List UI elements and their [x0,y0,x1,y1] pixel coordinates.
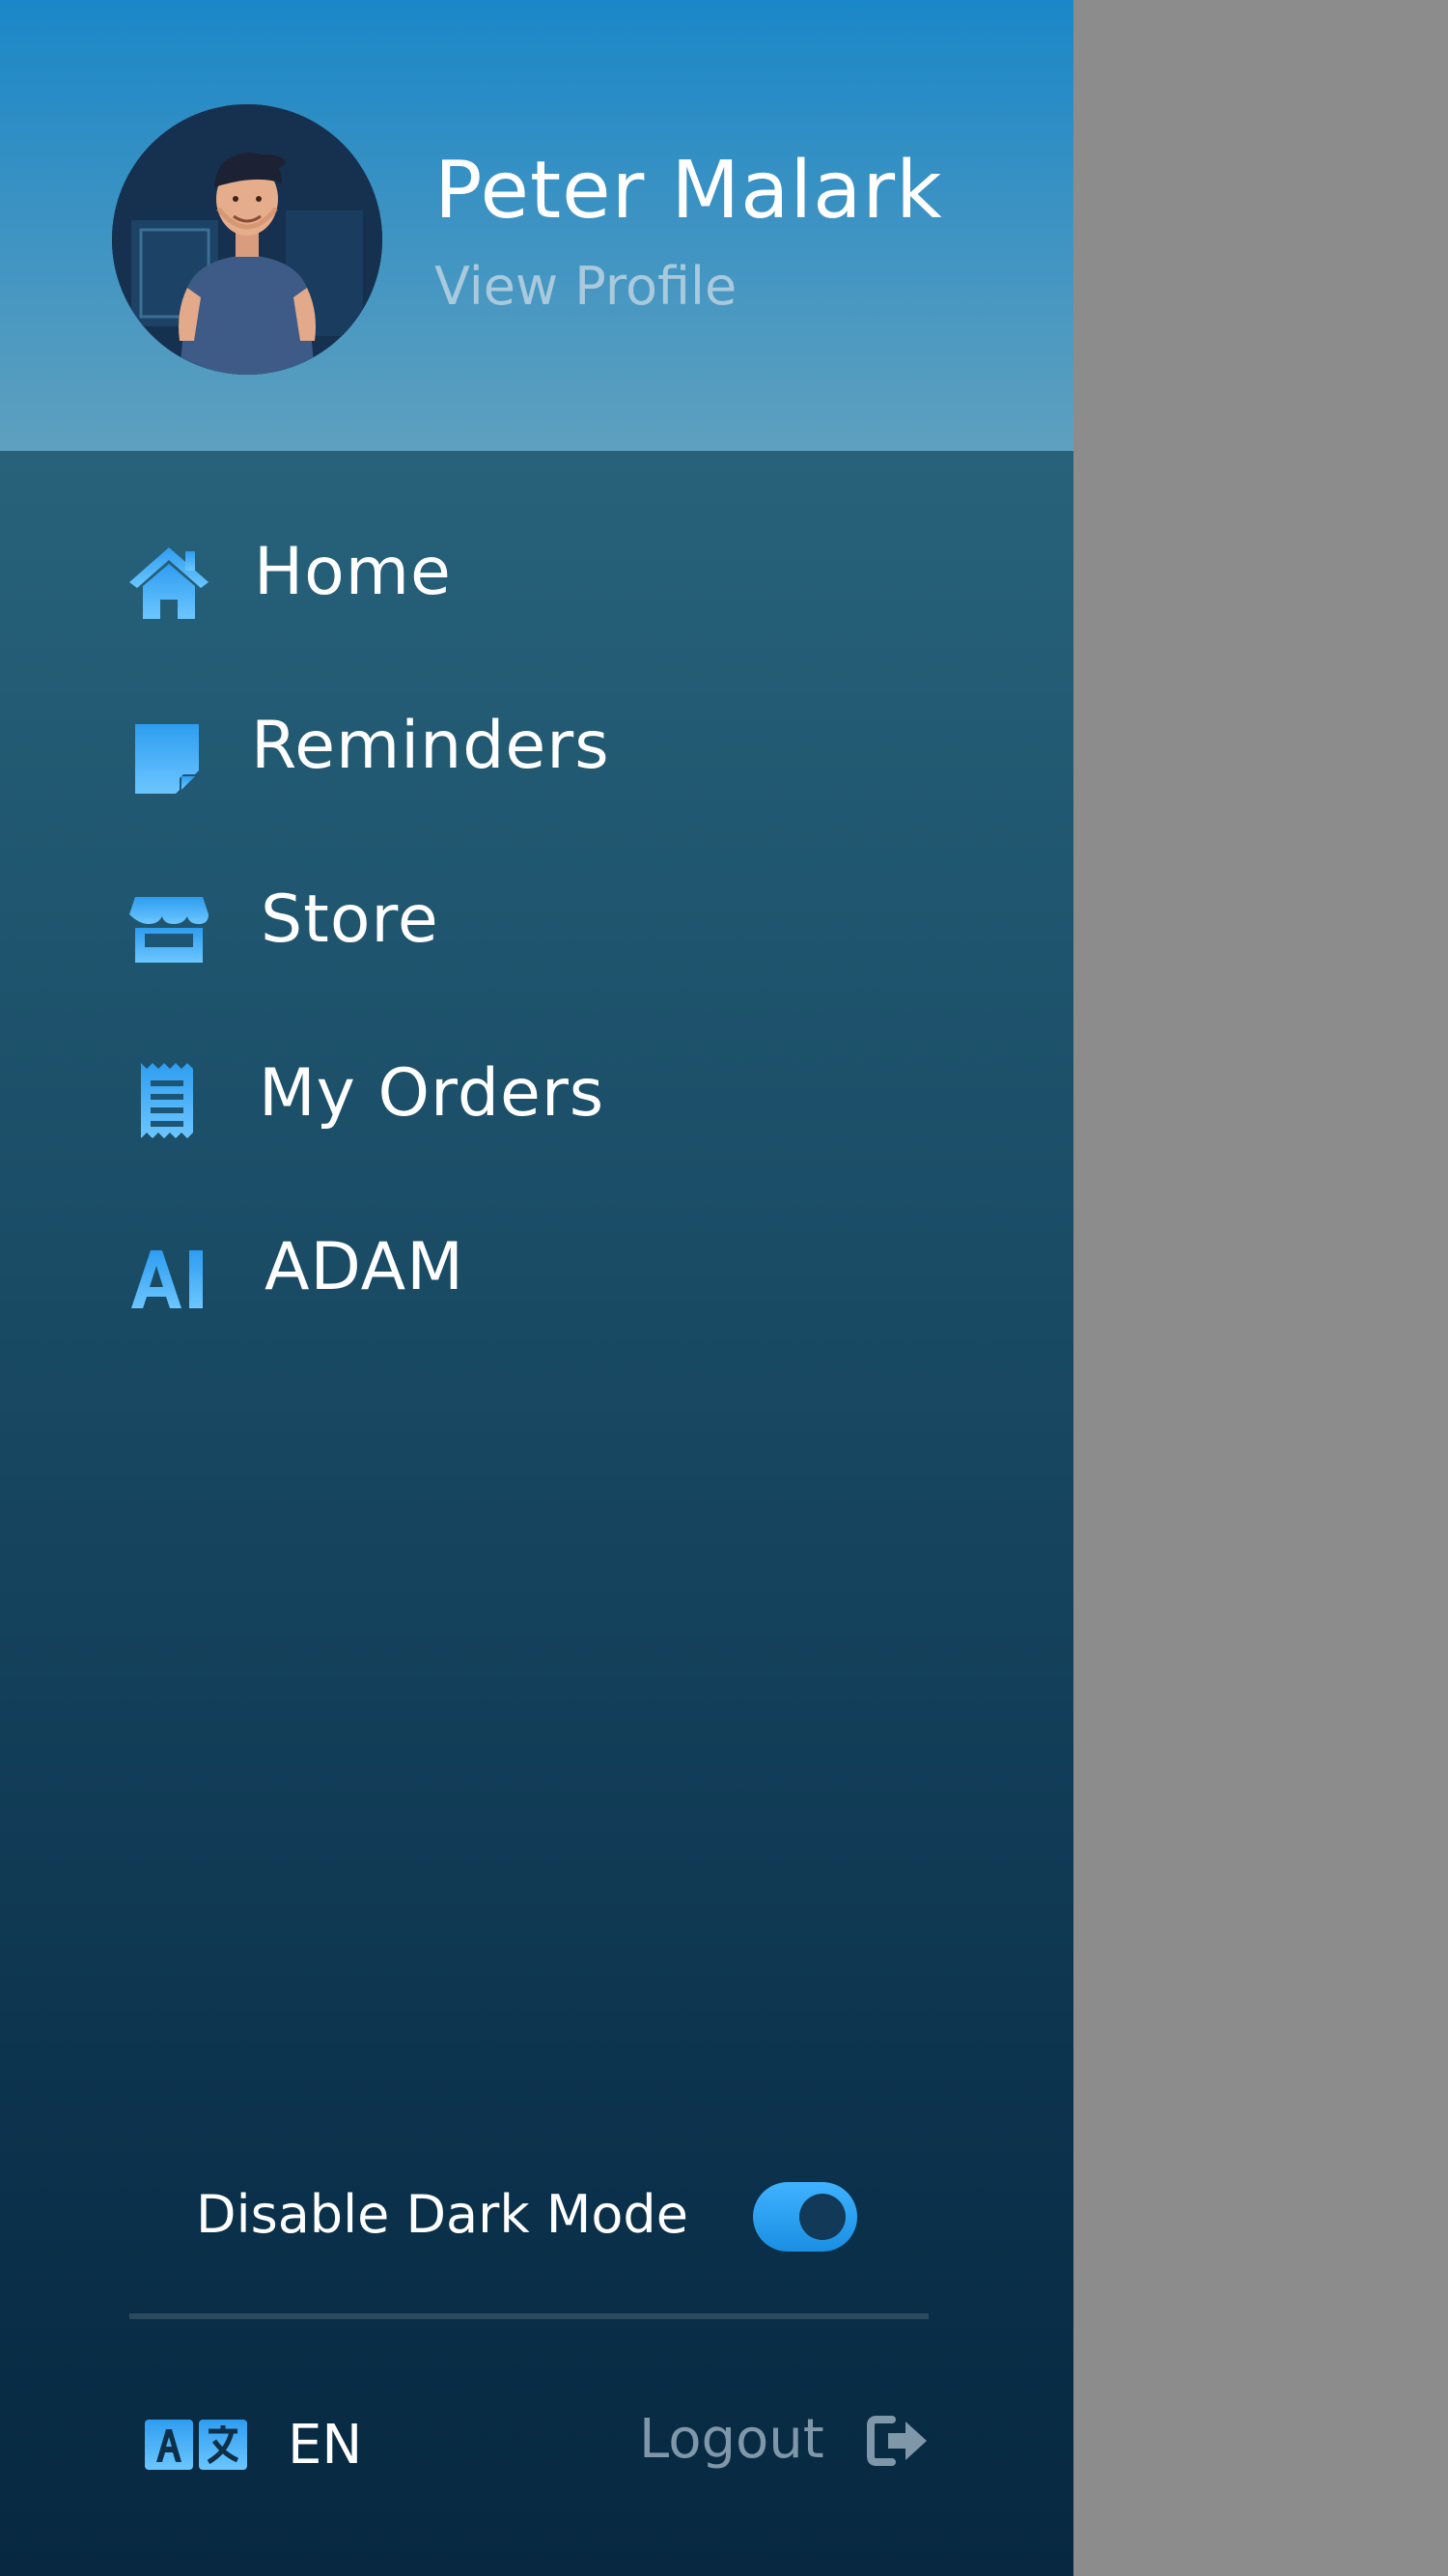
language-label[interactable]: EN [288,2414,362,2477]
menu-item-home[interactable]: Home [0,499,1073,644]
logout-button[interactable]: Logout [639,2408,824,2471]
menu-item-adam[interactable]: ADAM [0,1194,1073,1339]
menu-item-my-orders[interactable]: My Orders [0,1021,1073,1165]
dark-mode-label: Disable Dark Mode [196,2184,688,2245]
menu-item-label: My Orders [259,1055,605,1132]
menu-item-label: Home [254,534,452,610]
menu-item-label: ADAM [265,1229,464,1305]
navigation-drawer: Peter Malark View Profile Home Reminders… [0,0,1073,2576]
toggle-knob [799,2194,846,2240]
scrim-overlay[interactable] [1073,0,1448,2576]
menu-item-label: Reminders [251,708,610,784]
avatar[interactable] [112,104,382,375]
menu-item-store[interactable]: Store [0,847,1073,992]
divider [129,2313,929,2319]
store-icon [125,885,212,972]
user-name: Peter Malark [434,145,943,237]
screen: Peter Malark View Profile Home Reminders… [0,0,1448,2576]
profile-header[interactable]: Peter Malark View Profile [0,0,1073,451]
receipt-icon [125,1057,212,1144]
logout-icon[interactable] [867,2414,931,2468]
view-profile-link[interactable]: View Profile [434,256,737,317]
sticky-note-icon [125,716,212,803]
dark-mode-toggle[interactable] [753,2182,857,2252]
home-icon [125,538,212,625]
translate-icon[interactable] [143,2418,249,2472]
ai-icon [125,1233,212,1320]
menu-item-reminders[interactable]: Reminders [0,673,1073,818]
menu-item-label: Store [261,882,439,958]
